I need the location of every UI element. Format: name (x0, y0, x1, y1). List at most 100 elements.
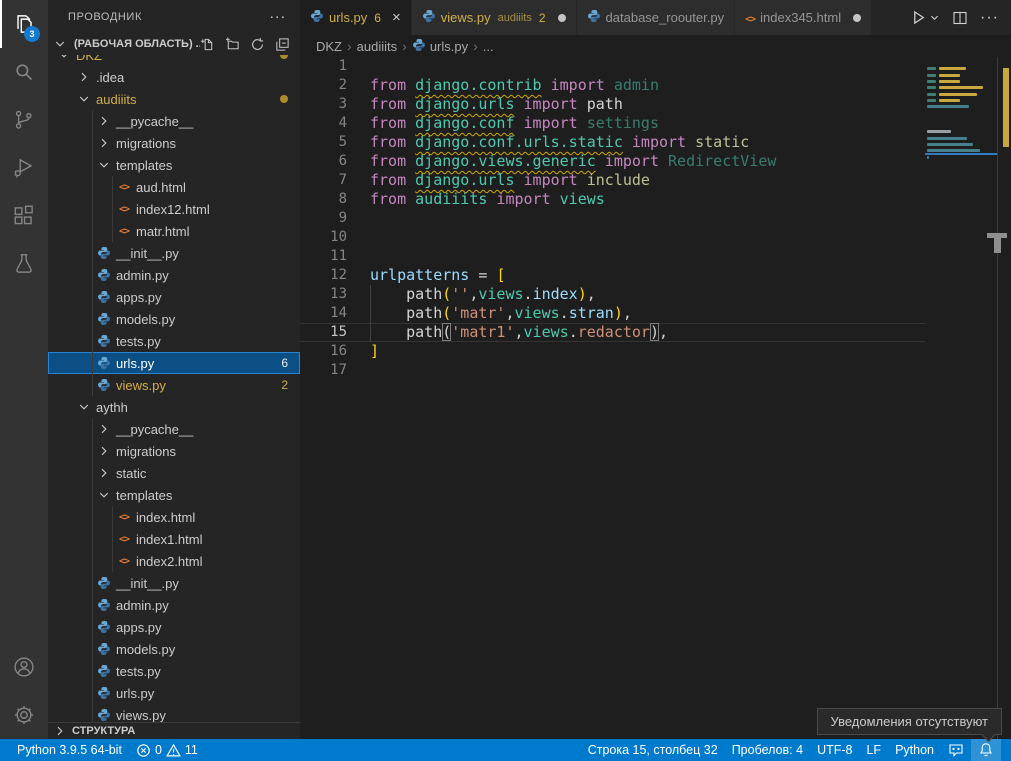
code-line-14[interactable]: 14 path('matr',views.stran), (300, 304, 925, 323)
code-line-7[interactable]: 7from django.urls import include (300, 171, 925, 190)
code-line-15[interactable]: 15 path('matr1',views.redactor), (300, 323, 925, 342)
tab-database_roouter.py[interactable]: database_roouter.py (577, 0, 736, 35)
editor-more-actions-icon[interactable]: ··· (980, 9, 999, 27)
tree-item-migrations[interactable]: migrations (48, 440, 300, 462)
tab-close-icon[interactable]: × (392, 10, 401, 25)
tree-item-tests.py[interactable]: tests.py (48, 330, 300, 352)
activity-explorer-button[interactable]: 3 (0, 0, 48, 48)
tree-item-urls.py[interactable]: urls.py (48, 682, 300, 704)
activity-run-debug-button[interactable] (0, 144, 48, 192)
line-number[interactable]: 9 (300, 209, 360, 228)
breadcrumb-item-...[interactable]: ... (483, 39, 494, 54)
line-number[interactable]: 3 (300, 95, 360, 114)
code-line-2[interactable]: 2from django.contrib import admin (300, 76, 925, 95)
tree-item-urls.py[interactable]: urls.py6 (48, 352, 300, 374)
collapse-all-icon[interactable] (275, 37, 290, 52)
line-number[interactable]: 17 (300, 361, 360, 380)
activity-search-button[interactable] (0, 48, 48, 96)
tree-item-aud.html[interactable]: <>aud.html (48, 176, 300, 198)
activity-testing-button[interactable] (0, 240, 48, 288)
problems-status[interactable]: 0 11 (129, 739, 205, 761)
tree-item-index1.html[interactable]: <>index1.html (48, 528, 300, 550)
tree-item-models.py[interactable]: models.py (48, 638, 300, 660)
activity-settings-button[interactable] (0, 691, 48, 739)
code-line-8[interactable]: 8from audiiits import views (300, 190, 925, 209)
tree-item-apps.py[interactable]: apps.py (48, 616, 300, 638)
line-number[interactable]: 11 (300, 247, 360, 266)
tree-item-index12.html[interactable]: <>index12.html (48, 198, 300, 220)
code-line-6[interactable]: 6from django.views.generic import Redire… (300, 152, 925, 171)
overview-ruler-scrollbar[interactable] (997, 57, 1011, 739)
breadcrumb-item-audiiits[interactable]: audiiits (357, 39, 397, 54)
code-line-12[interactable]: 12urlpatterns = [ (300, 266, 925, 285)
code-line-1[interactable]: 1 (300, 57, 925, 76)
line-number[interactable]: 15 (300, 323, 360, 342)
line-number[interactable]: 12 (300, 266, 360, 285)
breadcrumb-item-urls.py[interactable]: urls.py (412, 38, 468, 55)
line-number[interactable]: 16 (300, 342, 360, 361)
split-editor-icon[interactable] (952, 10, 968, 26)
code-line-10[interactable]: 10 (300, 228, 925, 247)
minimap[interactable] (925, 57, 997, 739)
new-file-icon[interactable] (200, 37, 215, 52)
line-number[interactable]: 10 (300, 228, 360, 247)
tree-item-.idea[interactable]: .idea (48, 66, 300, 88)
language-mode-status[interactable]: Python (888, 739, 941, 761)
line-number[interactable]: 7 (300, 171, 360, 190)
tab-views.py[interactable]: views.pyaudiiits2 (412, 0, 577, 35)
line-number[interactable]: 4 (300, 114, 360, 133)
tree-item-matr.html[interactable]: <>matr.html (48, 220, 300, 242)
cursor-position-status[interactable]: Строка 15, столбец 32 (581, 739, 725, 761)
line-number[interactable]: 1 (300, 57, 360, 76)
tree-item-__pycache__[interactable]: __pycache__ (48, 418, 300, 440)
run-dropdown-chevron-icon[interactable] (929, 12, 940, 23)
feedback-status[interactable] (941, 739, 971, 761)
line-number[interactable]: 5 (300, 133, 360, 152)
tree-item-views.py[interactable]: views.py (48, 704, 300, 722)
tree-item-__pycache__[interactable]: __pycache__ (48, 110, 300, 132)
tree-item-index2.html[interactable]: <>index2.html (48, 550, 300, 572)
code-line-13[interactable]: 13 path('',views.index), (300, 285, 925, 304)
line-number[interactable]: 8 (300, 190, 360, 209)
tree-item-tests.py[interactable]: tests.py (48, 660, 300, 682)
code-line-16[interactable]: 16] (300, 342, 925, 361)
activity-extensions-button[interactable] (0, 192, 48, 240)
tree-item-admin.py[interactable]: admin.py (48, 594, 300, 616)
breadcrumb-item-DKZ[interactable]: DKZ (316, 39, 342, 54)
tree-item-templates[interactable]: templates (48, 484, 300, 506)
tree-item-__init__.py[interactable]: __init__.py (48, 572, 300, 594)
tree-item-__init__.py[interactable]: __init__.py (48, 242, 300, 264)
tree-item-migrations[interactable]: migrations (48, 132, 300, 154)
modified-dot-icon[interactable] (853, 14, 861, 22)
tree-item-DKZ[interactable]: DKZ (48, 55, 300, 66)
workspace-section-header[interactable]: (РАБОЧАЯ ОБЛАСТЬ) ... (48, 33, 300, 55)
tree-item-static[interactable]: static (48, 462, 300, 484)
tree-item-views.py[interactable]: views.py2 (48, 374, 300, 396)
line-number[interactable]: 13 (300, 285, 360, 304)
code-line-11[interactable]: 11 (300, 247, 925, 266)
python-interpreter-status[interactable]: Python 3.9.5 64-bit (10, 739, 129, 761)
refresh-icon[interactable] (250, 37, 265, 52)
tree-item-admin.py[interactable]: admin.py (48, 264, 300, 286)
tree-item-models.py[interactable]: models.py (48, 308, 300, 330)
tree-item-audiiits[interactable]: audiiits (48, 88, 300, 110)
sidebar-more-actions-icon[interactable]: ··· (263, 8, 292, 25)
activity-source-control-button[interactable] (0, 96, 48, 144)
code-line-3[interactable]: 3from django.urls import path (300, 95, 925, 114)
code-line-9[interactable]: 9 (300, 209, 925, 228)
line-number[interactable]: 14 (300, 304, 360, 323)
encoding-status[interactable]: UTF-8 (810, 739, 859, 761)
tree-item-templates[interactable]: templates (48, 154, 300, 176)
code-area[interactable]: 12from django.contrib import admin3from … (300, 57, 925, 380)
tree-item-aythh[interactable]: aythh (48, 396, 300, 418)
outline-section-header[interactable]: СТРУКТУРА (48, 722, 300, 739)
modified-dot-icon[interactable] (558, 14, 566, 22)
line-number[interactable]: 2 (300, 76, 360, 95)
new-folder-icon[interactable] (225, 37, 240, 52)
line-number[interactable]: 6 (300, 152, 360, 171)
code-editor[interactable]: 12from django.contrib import admin3from … (300, 57, 1011, 739)
tree-item-index.html[interactable]: <>index.html (48, 506, 300, 528)
tree-item-apps.py[interactable]: apps.py (48, 286, 300, 308)
eol-status[interactable]: LF (859, 739, 888, 761)
code-line-17[interactable]: 17 (300, 361, 925, 380)
